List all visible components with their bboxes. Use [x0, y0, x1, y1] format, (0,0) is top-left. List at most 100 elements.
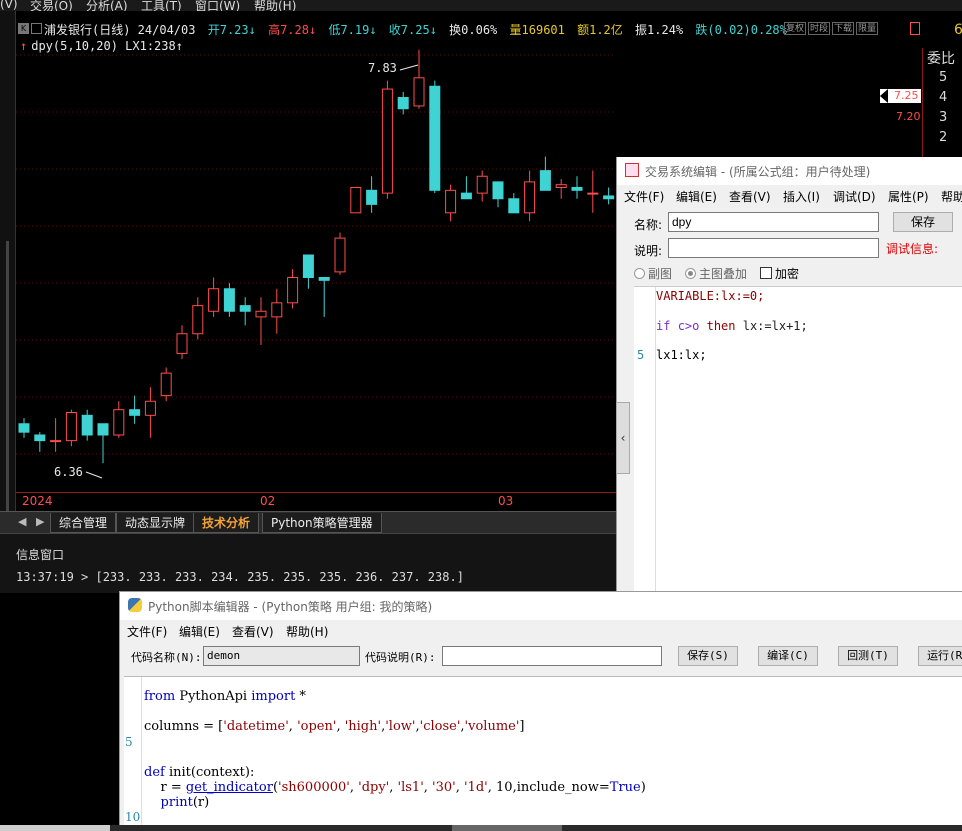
menu-view[interactable]: (V) [0, 0, 18, 11]
python-icon [128, 598, 142, 612]
candle [65, 412, 77, 442]
candle [239, 305, 251, 312]
level-2: 2 [939, 130, 948, 145]
encrypt-checkbox[interactable]: 加密 [760, 265, 799, 282]
limit-button[interactable]: 限量 [856, 22, 879, 35]
candle [208, 288, 220, 312]
bottom-tabs: ◀ ▶ 综合管理 动态显示牌 技术分析 Python策略管理器 [0, 511, 616, 533]
f-menu-edit[interactable]: 编辑(E) [676, 188, 717, 205]
str-ls1: 'ls1' [397, 780, 424, 795]
radio-sub-chart[interactable]: 副图 [634, 265, 672, 282]
py-line-print: print(r) [144, 795, 210, 810]
f-menu-file[interactable]: 文件(F) [624, 188, 664, 205]
tab-prev-icon[interactable]: ◀ [18, 515, 26, 528]
str-1d: '1d' [464, 780, 488, 795]
candle [366, 189, 378, 205]
candle [587, 192, 599, 195]
kw-from: from [144, 689, 176, 704]
radio-main-overlay[interactable]: 主图叠加 [685, 265, 747, 282]
name-field[interactable]: dpy [668, 212, 879, 232]
p-menu-file[interactable]: 文件(F) [127, 623, 167, 640]
tab-python-strategy[interactable]: Python策略管理器 [262, 513, 382, 533]
backtest-button[interactable]: 回测(T) [838, 646, 898, 666]
code-token: c>o [677, 319, 707, 333]
python-editor-window: Python脚本编辑器 - (Python策略 用户组: 我的策略) 文件(F)… [119, 591, 962, 831]
candle [460, 192, 472, 200]
axis-label-03: 03 [498, 494, 514, 508]
formula-editor-titlebar[interactable]: 交易系统编辑 - (所属公式组：用户待处理) [617, 157, 962, 185]
open-price: 开7.23↓ [207, 23, 256, 37]
candle [113, 409, 125, 436]
menu-help[interactable]: 帮助(H) [254, 0, 296, 11]
f-menu-insert[interactable]: 插入(I) [783, 188, 820, 205]
str-sh600000: 'sh600000' [278, 780, 350, 795]
f-menu-view[interactable]: 查看(V) [729, 188, 771, 205]
code-line-1: VARIABLE:lx:=0; [656, 289, 764, 303]
p-menu-edit[interactable]: 编辑(E) [179, 623, 220, 640]
p-menu-view[interactable]: 查看(V) [232, 623, 274, 640]
formula-app-icon [625, 163, 639, 177]
menu-trade[interactable]: 交易(O) [30, 0, 73, 11]
download-button[interactable]: 下载 [832, 22, 855, 35]
f-menu-help[interactable]: 帮助 [941, 188, 962, 205]
scrollbar-thumb[interactable] [6, 241, 9, 541]
kline-chart[interactable]: 7.83 6.36 [16, 20, 847, 510]
code-name-field[interactable]: demon [203, 646, 360, 666]
paren-close: ) [640, 780, 646, 795]
str-high: 'high' [344, 719, 382, 734]
comma: , [423, 780, 433, 795]
panel-toggle-icon[interactable] [910, 22, 920, 35]
python-editor-title: Python脚本编辑器 - (Python策略 用户组: 我的策略) [148, 600, 433, 614]
fuquan-button[interactable]: 复权 [784, 22, 807, 35]
code-desc-label: 代码说明(R): [365, 651, 436, 664]
menu-analysis[interactable]: 分析(A) [86, 0, 128, 11]
left-scroll-strip[interactable] [0, 11, 16, 571]
formula-save-button[interactable]: 保存 [893, 212, 953, 232]
code-desc-field[interactable] [442, 646, 662, 666]
chart-buttons: 复权 时段 下载 限量 [784, 22, 879, 35]
candle [397, 97, 409, 110]
f-menu-props[interactable]: 属性(P) [888, 188, 929, 205]
menu-window[interactable]: 窗口(W) [195, 0, 240, 11]
tab-technical-analysis[interactable]: 技术分析 [193, 513, 260, 533]
shiduan-button[interactable]: 时段 [808, 22, 831, 35]
window-icon[interactable] [31, 23, 42, 34]
taskbar-item-2[interactable] [452, 825, 562, 831]
radio-sub-icon[interactable] [634, 268, 645, 279]
radio-main-icon[interactable] [685, 268, 696, 279]
py-line-def: def init(context): [144, 765, 254, 780]
candle [492, 181, 504, 200]
stock-title: 浦发银行(日线) 24/04/03 [44, 23, 196, 37]
formula-code-editor[interactable]: VARIABLE:lx:=0; if c>o then lx:=lx+1; 5 … [634, 286, 962, 597]
candle [34, 434, 46, 442]
p-menu-help[interactable]: 帮助(H) [286, 623, 328, 640]
tab-next-icon[interactable]: ▶ [36, 515, 44, 528]
radio-sub-label: 副图 [648, 267, 673, 281]
taskbar-item-1[interactable] [0, 825, 110, 831]
f-menu-debug[interactable]: 调试(D) [833, 188, 876, 205]
info-window-title: 信息窗口 [16, 548, 65, 562]
desc-field[interactable] [668, 238, 879, 258]
low-price: 低7.19↓ [328, 23, 377, 37]
run-button[interactable]: 运行(R) [918, 646, 962, 666]
candle [429, 85, 441, 191]
python-editor-titlebar[interactable]: Python脚本编辑器 - (Python策略 用户组: 我的策略) [120, 592, 962, 620]
weibi-panel: 委比 5 4 3 2 [922, 48, 962, 158]
python-save-button[interactable]: 保存(S) [678, 646, 738, 666]
candle [18, 423, 30, 433]
python-code-editor[interactable]: 5 10 from PythonApi import * columns = [… [124, 676, 962, 831]
radio-main-label: 主图叠加 [699, 267, 748, 281]
collapse-handle[interactable]: ‹ [616, 402, 630, 474]
tab-comprehensive[interactable]: 综合管理 [50, 513, 117, 533]
checkbox-icon[interactable] [760, 267, 772, 279]
candle [445, 189, 457, 214]
columns-assign: columns = [ [144, 719, 224, 734]
menu-tools[interactable]: 工具(T) [141, 0, 182, 11]
kline-icon[interactable]: K [18, 23, 29, 34]
tab-dynamic-board[interactable]: 动态显示牌 [116, 513, 195, 533]
comma: , [389, 780, 398, 795]
candle [81, 414, 93, 436]
code-token: lx:=lx+1; [742, 319, 808, 333]
compile-button[interactable]: 编译(C) [758, 646, 818, 666]
